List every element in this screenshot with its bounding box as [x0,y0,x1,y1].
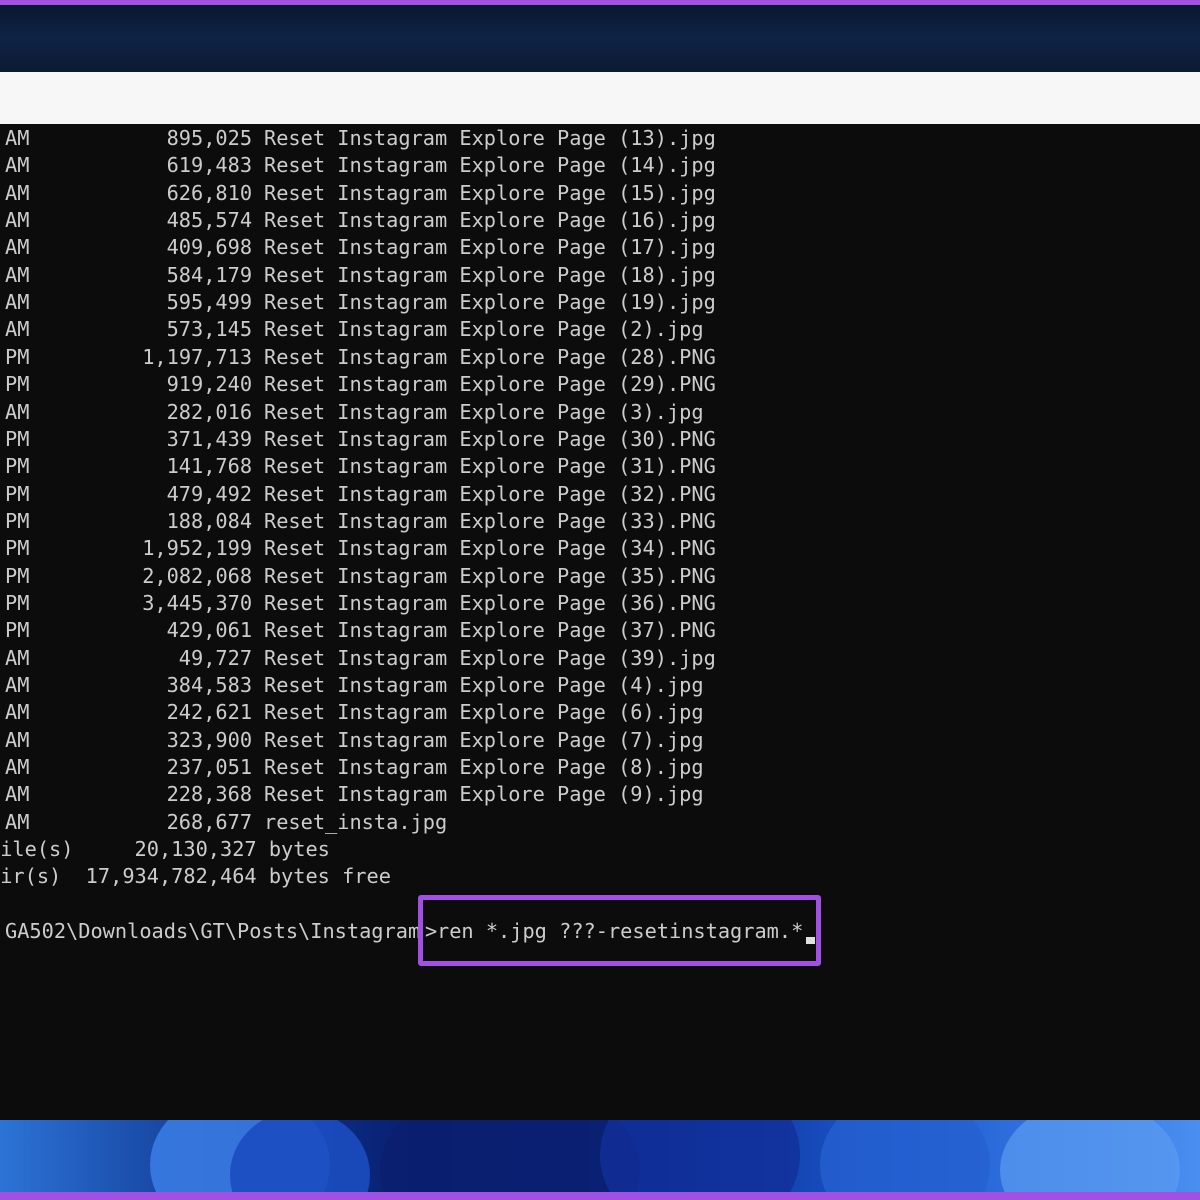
listing-file-size: 619,483 [166,153,253,178]
listing-file-name: Reset Instagram Explore Page (37).PNG [264,618,716,643]
listing-file-size: 371,439 [166,426,253,451]
listing-time-suffix: PM [5,618,30,643]
listing-file-size: 895,025 [166,126,253,150]
listing-file-name: Reset Instagram Explore Page (30).PNG [264,426,716,451]
listing-file-name: Reset Instagram Explore Page (2).jpg [264,317,704,342]
listing-file-size: 268,677 [166,809,253,834]
listing-file-size: 919,240 [166,372,253,397]
summary-files-line: File(s) 20,130,327 bytes [0,836,330,863]
listing-file-name: Reset Instagram Explore Page (8).jpg [264,755,704,780]
listing-file-name: Reset Instagram Explore Page (14).jpg [264,153,716,178]
desktop-wallpaper-strip [0,1120,1200,1192]
listing-time-suffix: AM [5,262,30,287]
text-cursor [806,937,815,944]
listing-file-name: Reset Instagram Explore Page (31).PNG [264,454,716,479]
listing-file-size: 479,492 [166,481,253,506]
listing-file-size: 409,698 [166,235,253,260]
listing-time-suffix: AM [5,755,30,780]
listing-file-size: 323,900 [166,727,253,752]
listing-time-suffix: AM [5,809,30,834]
listing-file-size: 237,051 [166,755,253,780]
listing-file-size: 384,583 [166,673,253,697]
listing-file-size: 584,179 [166,262,253,287]
listing-file-name: Reset Instagram Explore Page (32).PNG [264,481,716,506]
listing-file-name: Reset Instagram Explore Page (19).jpg [264,290,716,315]
listing-file-size: 429,061 [166,618,253,643]
listing-file-name: Reset Instagram Explore Page (28).PNG [264,344,716,369]
listing-time-suffix: AM [5,153,30,178]
listing-file-name: Reset Instagram Explore Page (35).PNG [264,563,716,588]
listing-time-suffix: PM [5,426,30,451]
listing-file-name: Reset Instagram Explore Page (16).jpg [264,208,716,233]
listing-file-size: 573,145 [166,317,253,342]
listing-time-suffix: PM [5,481,30,506]
listing-file-size: 2,082,068 [142,563,253,588]
command-prompt-line[interactable]: GA502\Downloads\GT\Posts\Instagram > ren… [0,918,803,945]
listing-file-name: Reset Instagram Explore Page (13).jpg [264,126,716,150]
highlight-border-bottom [0,1192,1200,1200]
listing-time-suffix: PM [5,508,30,533]
listing-file-size: 1,952,199 [142,536,253,561]
listing-file-name: Reset Instagram Explore Page (18).jpg [264,262,716,287]
listing-time-suffix: AM [5,180,30,205]
listing-file-name: Reset Instagram Explore Page (39).jpg [264,645,716,670]
listing-time-suffix: PM [5,454,30,479]
listing-file-size: 485,574 [166,208,253,233]
listing-time-suffix: AM [5,235,30,260]
listing-file-name: Reset Instagram Explore Page (9).jpg [264,782,704,807]
listing-file-name: Reset Instagram Explore Page (17).jpg [264,235,716,260]
listing-file-name: Reset Instagram Explore Page (29).PNG [264,372,716,397]
listing-file-size: 595,499 [166,290,253,315]
screenshot-frame: AM 895,025 Reset Instagram Explore Page (1… [0,0,1200,1200]
listing-file-name: Reset Instagram Explore Page (6).jpg [264,700,704,725]
terminal-output[interactable]: AM 895,025 Reset Instagram Explore Page (1… [0,124,1200,1120]
listing-time-suffix: PM [5,536,30,561]
listing-time-suffix: AM [5,782,30,807]
tab-strip-bar[interactable] [0,72,1200,125]
summary-dirs-line: Dir(s) 17,934,782,464 bytes free [0,863,391,890]
listing-file-size: 282,016 [166,399,253,424]
listing-file-size: 242,621 [166,700,253,725]
listing-time-suffix: AM [5,126,30,150]
listing-time-suffix: AM [5,290,30,315]
listing-time-suffix: PM [5,563,30,588]
listing-file-name: Reset Instagram Explore Page (15).jpg [264,180,716,205]
listing-file-size: 141,768 [166,454,253,479]
listing-file-size: 49,727 [178,645,253,670]
prompt-path: GA502\Downloads\GT\Posts\Instagram [5,919,421,944]
listing-time-suffix: PM [5,344,30,369]
listing-file-name: Reset Instagram Explore Page (36).PNG [264,590,716,615]
listing-time-suffix: AM [5,208,30,233]
listing-file-name: Reset Instagram Explore Page (4).jpg [264,673,704,697]
listing-time-suffix: PM [5,372,30,397]
listing-file-name: Reset Instagram Explore Page (34).PNG [264,536,716,561]
listing-time-suffix: AM [5,399,30,424]
command-highlight-box [418,895,821,966]
listing-file-size: 1,197,713 [142,344,253,369]
listing-file-size: 3,445,370 [142,590,253,615]
listing-file-name: Reset Instagram Explore Page (33).PNG [264,508,716,533]
listing-time-suffix: AM [5,700,30,725]
listing-time-suffix: AM [5,317,30,342]
listing-file-size: 626,810 [166,180,253,205]
listing-file-name: reset_insta.jpg [264,809,448,834]
listing-file-name: Reset Instagram Explore Page (3).jpg [264,399,704,424]
listing-time-suffix: PM [5,590,30,615]
listing-time-suffix: AM [5,645,30,670]
listing-file-name: Reset Instagram Explore Page (7).jpg [264,727,704,752]
listing-file-size: 188,084 [166,508,253,533]
listing-time-suffix: AM [5,727,30,752]
listing-file-size: 228,368 [166,782,253,807]
window-title-bar[interactable] [0,5,1200,72]
summary-dirs-text: Dir(s) 17,934,782,464 bytes free [0,864,391,889]
summary-files-text: File(s) 20,130,327 bytes [0,837,330,862]
listing-time-suffix: AM [5,673,30,697]
